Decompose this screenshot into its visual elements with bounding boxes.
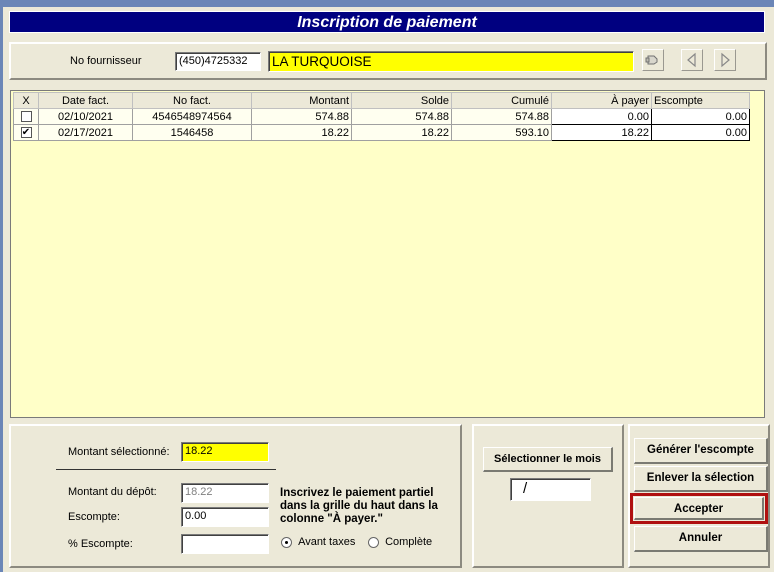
cell-invoice: 1546458 — [132, 124, 252, 141]
flashlight-icon — [645, 55, 658, 65]
cell-amount: 574.88 — [251, 108, 352, 125]
row-checkbox[interactable] — [20, 111, 32, 123]
arrow-right-icon — [721, 52, 730, 68]
col-header-date[interactable]: Date fact. — [38, 92, 133, 109]
cancel-button[interactable]: Annuler — [634, 526, 768, 552]
month-field[interactable]: / — [510, 478, 591, 501]
supplier-label: No fournisseur — [70, 55, 142, 67]
remove-selection-button[interactable]: Enlever la sélection — [634, 466, 768, 492]
partial-payment-hint: Inscrivez le paiement partiel dans la gr… — [280, 487, 438, 525]
radio-complete-button[interactable] — [368, 536, 379, 548]
next-button[interactable] — [714, 49, 736, 71]
invoice-table: X Date fact. No fact. Montant Solde Cumu… — [13, 92, 750, 141]
col-header-amount[interactable]: Montant — [251, 92, 352, 109]
discount-label: Escompte: — [68, 511, 120, 523]
cell-date: 02/10/2021 — [38, 108, 133, 125]
previous-button[interactable] — [681, 49, 703, 71]
cell-to-pay[interactable]: 18.22 — [551, 124, 652, 141]
supplier-phone-field[interactable]: (450)4725332 — [175, 52, 261, 71]
cell-date: 02/17/2021 — [38, 124, 133, 141]
cell-invoice: 4546548974564 — [132, 108, 252, 125]
table-header-row: X Date fact. No fact. Montant Solde Cumu… — [13, 92, 750, 109]
window-title: Inscription de paiement — [9, 11, 765, 33]
cell-discount[interactable]: 0.00 — [651, 124, 750, 141]
search-button[interactable] — [642, 49, 664, 71]
generate-discount-button[interactable]: Générer l'escompte — [634, 438, 768, 464]
radio-before-tax-label: Avant taxes — [298, 536, 356, 548]
cell-cumulative: 593.10 — [451, 124, 552, 141]
row-checkbox-checked[interactable]: ✔ — [20, 127, 32, 139]
radio-complete[interactable]: Complète — [368, 536, 432, 548]
selected-amount-label: Montant sélectionné: — [68, 446, 170, 458]
cell-discount[interactable]: 0.00 — [651, 108, 750, 125]
cell-amount: 18.22 — [251, 124, 352, 141]
row-checkbox-cell[interactable]: ✔ — [13, 124, 39, 141]
table-row[interactable]: 02/10/2021 4546548974564 574.88 574.88 5… — [13, 108, 750, 125]
arrow-left-icon — [687, 52, 696, 68]
cell-cumulative: 574.88 — [451, 108, 552, 125]
invoice-grid[interactable]: X Date fact. No fact. Montant Solde Cumu… — [10, 90, 765, 418]
col-header-discount[interactable]: Escompte — [651, 92, 750, 109]
supplier-name-field[interactable]: LA TURQUOISE — [268, 51, 634, 72]
discount-percent-label: % Escompte: — [68, 538, 133, 550]
radio-before-tax[interactable]: Avant taxes — [281, 536, 355, 548]
col-header-to-pay[interactable]: À payer — [551, 92, 652, 109]
col-header-select[interactable]: X — [13, 92, 39, 109]
select-month-button[interactable]: Sélectionner le mois — [483, 447, 613, 472]
radio-complete-label: Complète — [385, 536, 433, 548]
radio-before-tax-button[interactable] — [281, 536, 292, 548]
accept-button[interactable]: Accepter — [634, 497, 764, 520]
cell-to-pay[interactable]: 0.00 — [551, 108, 652, 125]
deposit-amount-field[interactable]: 18.22 — [181, 483, 269, 503]
table-row[interactable]: ✔ 02/17/2021 1546458 18.22 18.22 593.10 … — [13, 124, 750, 141]
cell-balance: 574.88 — [351, 108, 452, 125]
selected-amount-field: 18.22 — [181, 442, 269, 462]
col-header-invoice[interactable]: No fact. — [132, 92, 252, 109]
discount-percent-field[interactable] — [181, 534, 269, 554]
deposit-amount-label: Montant du dépôt: — [68, 486, 157, 498]
col-header-balance[interactable]: Solde — [351, 92, 452, 109]
row-checkbox-cell[interactable] — [13, 108, 39, 125]
col-header-cumulative[interactable]: Cumulé — [451, 92, 552, 109]
discount-field[interactable]: 0.00 — [181, 507, 269, 527]
cell-balance: 18.22 — [351, 124, 452, 141]
summary-divider — [56, 469, 276, 470]
